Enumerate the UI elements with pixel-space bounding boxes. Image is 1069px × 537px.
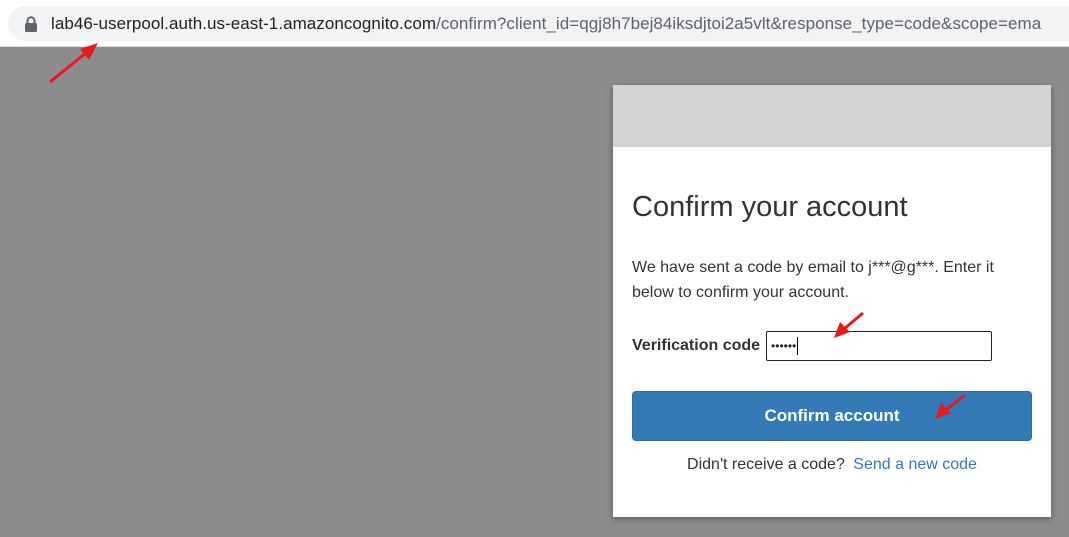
send-new-code-link[interactable]: Send a new code (853, 456, 977, 473)
resend-code-row: Didn't receive a code? Send a new code (632, 456, 1032, 474)
verification-code-row: Verification code •••••• (632, 331, 1032, 361)
lock-icon[interactable] (24, 15, 38, 32)
verification-code-input[interactable]: •••••• (766, 331, 993, 361)
modal-body: Confirm your account We have sent a code… (613, 189, 1051, 474)
verification-code-label: Verification code (632, 337, 761, 354)
confirm-account-modal: Confirm your account We have sent a code… (613, 85, 1051, 517)
resend-prompt: Didn't receive a code? (687, 456, 845, 473)
modal-banner (613, 85, 1051, 147)
modal-title: Confirm your account (632, 191, 908, 223)
browser-toolbar: lab46-userpool.auth.us-east-1.amazoncogn… (0, 0, 1069, 47)
verification-code-value: •••••• (771, 339, 797, 353)
text-caret (797, 337, 799, 355)
url-text[interactable]: lab46-userpool.auth.us-east-1.amazoncogn… (51, 14, 1041, 34)
confirm-account-button[interactable]: Confirm account (632, 391, 1032, 441)
url-path: /confirm?client_id=qgj8h7bej84iksdjtoi2a… (436, 13, 1042, 33)
modal-description: We have sent a code by email to j***@g**… (632, 259, 994, 301)
url-host: lab46-userpool.auth.us-east-1.amazoncogn… (51, 13, 437, 33)
address-bar[interactable]: lab46-userpool.auth.us-east-1.amazoncogn… (8, 6, 1069, 41)
